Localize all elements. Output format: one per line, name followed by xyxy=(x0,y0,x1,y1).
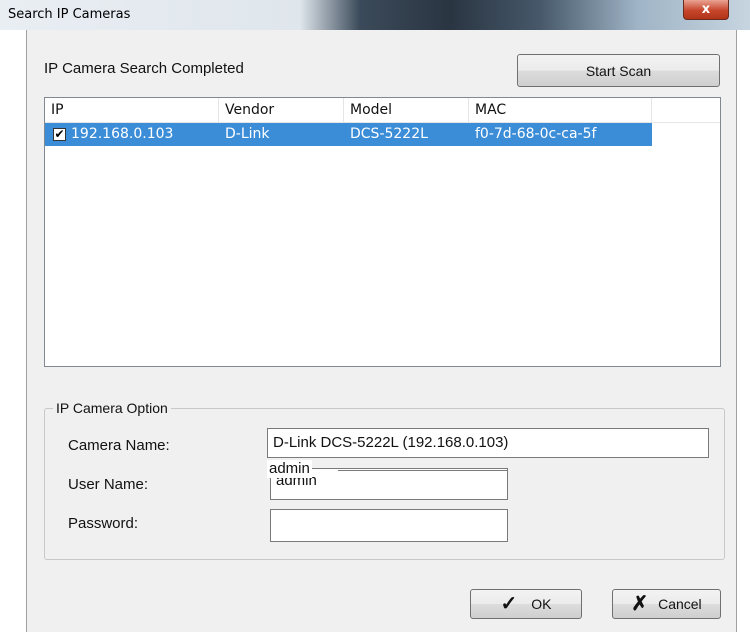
close-icon: x xyxy=(701,2,711,17)
overlay-divider xyxy=(338,470,508,471)
ok-button[interactable]: ✓ OK xyxy=(470,589,582,619)
cancel-button[interactable]: ✗ Cancel xyxy=(612,589,721,619)
window-frame-left xyxy=(0,30,27,632)
password-input[interactable] xyxy=(270,509,508,542)
column-header-vendor[interactable]: Vendor xyxy=(219,98,344,122)
table-row[interactable]: ✔ 192.168.0.103 D-Link DCS-5222L f0-7d-6… xyxy=(45,123,652,146)
checkmark-icon: ✔ xyxy=(54,127,65,141)
group-title: IP Camera Option xyxy=(53,400,171,416)
window-title: Search IP Cameras xyxy=(8,7,131,22)
checkmark-icon: ✓ xyxy=(500,593,518,615)
start-scan-label: Start Scan xyxy=(585,62,652,79)
row-checkbox[interactable]: ✔ xyxy=(53,128,66,141)
title-bar[interactable]: Search IP Cameras x xyxy=(0,0,750,30)
camera-list[interactable]: IP Vendor Model MAC ✔ 192.168.0.103 D-Li… xyxy=(44,97,721,367)
search-status-text: IP Camera Search Completed xyxy=(44,60,244,77)
cancel-label: Cancel xyxy=(658,596,702,612)
user-name-label: User Name: xyxy=(68,476,149,493)
cell-ip: 192.168.0.103 xyxy=(71,126,174,142)
column-header-model[interactable]: Model xyxy=(344,98,469,122)
password-label: Password: xyxy=(68,515,139,532)
camera-name-input[interactable]: D-Link DCS-5222L (192.168.0.103) xyxy=(267,428,709,458)
user-name-overlay-text: admin xyxy=(267,460,312,478)
cell-mac: f0-7d-68-0c-ca-5f xyxy=(475,126,597,142)
camera-list-header: IP Vendor Model MAC xyxy=(45,98,720,123)
start-scan-button[interactable]: Start Scan xyxy=(517,54,720,87)
window-border-left xyxy=(26,30,27,632)
cell-model: DCS-5222L xyxy=(350,126,428,142)
window-frame-right xyxy=(736,30,750,632)
cross-icon: ✗ xyxy=(631,593,649,615)
column-header-ip[interactable]: IP xyxy=(45,98,219,122)
search-ip-cameras-dialog: Search IP Cameras x IP Camera Search Com… xyxy=(0,0,750,632)
ok-label: OK xyxy=(531,596,552,612)
camera-name-label: Camera Name: xyxy=(68,437,170,454)
column-header-mac[interactable]: MAC xyxy=(469,98,652,122)
close-button[interactable]: x xyxy=(683,0,729,20)
cell-vendor: D-Link xyxy=(225,126,270,142)
